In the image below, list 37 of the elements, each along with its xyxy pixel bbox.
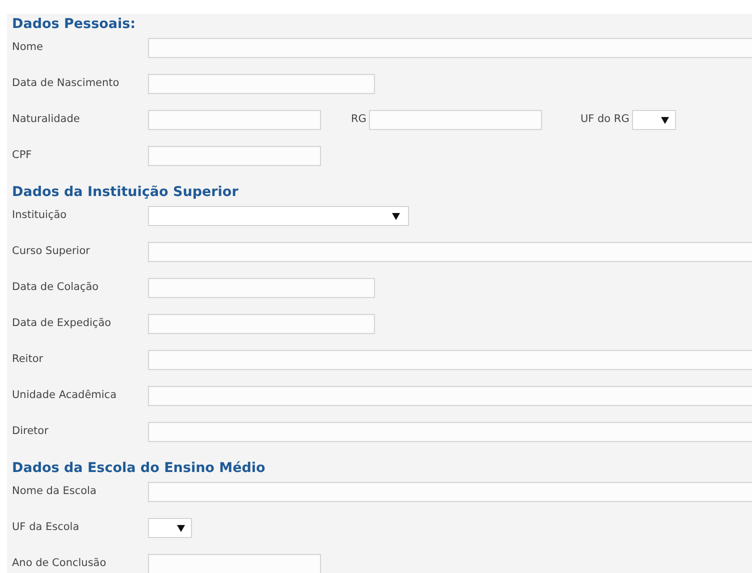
text-field[interactable] <box>148 278 375 298</box>
section-heading: Dados da Instituição Superior <box>12 183 240 202</box>
dropdown[interactable] <box>148 518 192 538</box>
caret-icon <box>661 116 670 124</box>
text-field[interactable] <box>148 110 321 130</box>
text-field[interactable] <box>148 482 752 502</box>
field-label: UF da Escola <box>12 520 80 533</box>
section-heading: Dados da Escola do Ensino Médio <box>12 459 266 478</box>
text-field[interactable] <box>148 350 752 370</box>
section-heading: Dados Pessoais: <box>12 15 137 34</box>
field-label: Diretor <box>12 424 50 437</box>
field-label: Instituição <box>12 208 68 221</box>
field-label: Reitor <box>12 352 44 365</box>
field-label: Data de Expedição <box>12 316 112 329</box>
text-field[interactable] <box>148 74 375 94</box>
text-field[interactable] <box>148 386 752 406</box>
field-label: Data de Nascimento <box>12 76 120 89</box>
text-field[interactable] <box>148 146 321 166</box>
field-label: UF do RG <box>580 112 630 125</box>
text-field[interactable] <box>148 314 375 334</box>
field-label: Ano de Conclusão <box>12 556 108 569</box>
field-label: Data de Colação <box>12 280 100 293</box>
text-field[interactable] <box>148 38 752 58</box>
field-label: Curso Superior <box>12 244 91 257</box>
caret-icon <box>392 212 400 220</box>
text-field[interactable] <box>148 422 752 442</box>
field-label: Nome da Escola <box>12 484 98 497</box>
text-field[interactable] <box>148 242 752 262</box>
caret-icon <box>177 524 185 532</box>
field-label: Unidade Acadêmica <box>12 388 118 401</box>
field-label: RG <box>351 112 366 125</box>
field-label: Naturalidade <box>12 112 81 125</box>
field-label: CPF <box>12 148 33 161</box>
field-label: Nome <box>12 40 44 53</box>
dropdown[interactable] <box>632 110 676 130</box>
text-field[interactable] <box>369 110 542 130</box>
text-field[interactable] <box>148 554 321 573</box>
